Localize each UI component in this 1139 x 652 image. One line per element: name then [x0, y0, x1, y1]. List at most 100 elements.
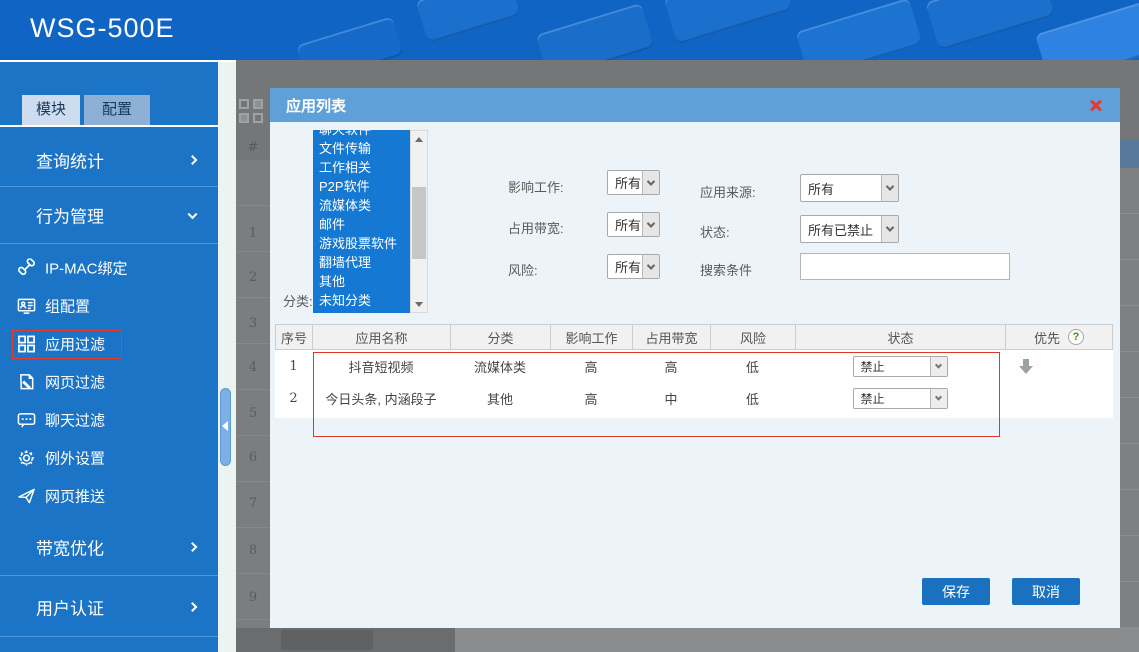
dialog-header: 应用列表	[270, 88, 1120, 122]
scrollbar-thumb[interactable]	[412, 187, 426, 259]
section-label: 带宽优化	[36, 534, 104, 559]
impact-select[interactable]: 所有	[607, 170, 660, 195]
sidebar-collapse-handle[interactable]	[220, 388, 231, 466]
close-icon[interactable]	[1088, 97, 1104, 113]
sidebar-section-query-stats[interactable]: 查询统计	[0, 133, 218, 187]
webpage-icon	[17, 373, 36, 392]
sidebar-section-user-auth[interactable]: 用户认证	[0, 577, 218, 637]
dimmed-row-number: 6	[236, 450, 270, 465]
dimmed-row-number: 3	[236, 316, 270, 331]
col-header-priority: 优先 ?	[1006, 325, 1112, 349]
table-body: 1 抖音短视频 流媒体类 高 高 低 禁止 2 今日头条, 内涵段子 其他 高 …	[275, 350, 1113, 418]
row-status-select[interactable]: 禁止	[853, 356, 948, 377]
dimmed-row-number: 4	[236, 360, 270, 375]
cell-risk: 低	[710, 382, 795, 414]
cell-priority	[1005, 382, 1111, 414]
cell-no: 1	[275, 350, 312, 382]
dimmed-row-number: 9	[236, 590, 270, 605]
listbox-item[interactable]: 文件传输	[313, 139, 410, 158]
cell-no: 2	[275, 382, 312, 414]
sidebar-item-chat-filter[interactable]: 聊天过滤	[0, 401, 218, 439]
cell-bandwidth: 高	[632, 350, 710, 382]
app-source-select[interactable]: 所有	[800, 174, 899, 202]
bandwidth-select[interactable]: 所有	[607, 212, 660, 237]
sidebar-item-label: 例外设置	[45, 448, 105, 469]
save-button[interactable]: 保存	[922, 578, 990, 605]
col-header-category: 分类	[451, 325, 551, 349]
sidebar-item-label: IP-MAC绑定	[45, 258, 128, 279]
dropdown-arrow-icon	[881, 175, 898, 201]
chevron-right-icon	[188, 155, 198, 165]
keyboard-decoration	[536, 3, 655, 60]
filter-label-impact: 影响工作:	[508, 177, 564, 196]
keyboard-decoration	[796, 0, 923, 60]
filter-label-source: 应用来源:	[700, 182, 756, 201]
category-listbox[interactable]: 聊天软件 文件传输 工作相关 P2P软件 流媒体类 邮件 游戏股票软件 翻墙代理…	[313, 130, 410, 313]
keyboard-decoration	[416, 0, 521, 43]
sidebar-item-label: 组配置	[45, 296, 90, 317]
col-header-status: 状态	[796, 325, 1006, 349]
collapse-left-icon	[222, 421, 228, 431]
keyboard-decoration	[664, 0, 793, 44]
search-condition-input[interactable]	[800, 253, 1010, 280]
listbox-item[interactable]: 游戏股票软件	[313, 234, 410, 253]
row-status-select[interactable]: 禁止	[853, 388, 948, 409]
dropdown-arrow-icon	[930, 389, 947, 408]
listbox-item[interactable]: 未知分类	[313, 291, 410, 310]
gear-icon	[17, 449, 36, 468]
chevron-right-icon	[188, 542, 198, 552]
sidebar-item-web-push[interactable]: 网页推送	[0, 477, 218, 515]
priority-down-icon[interactable]	[1017, 357, 1035, 375]
sidebar-item-ip-mac-binding[interactable]: IP-MAC绑定	[0, 249, 218, 287]
status-select[interactable]: 所有已禁止	[800, 215, 899, 243]
chat-icon	[17, 411, 36, 430]
listbox-item[interactable]: 工作相关	[313, 158, 410, 177]
col-header-impact: 影响工作	[551, 325, 633, 349]
scroll-up-icon[interactable]	[411, 131, 427, 147]
listbox-item[interactable]: 聊天软件	[313, 130, 410, 139]
section-label: 查询统计	[36, 147, 104, 172]
dimmed-row-number: 8	[236, 543, 270, 558]
cell-category: 流媒体类	[450, 350, 550, 382]
product-logo: WSG-500E	[30, 13, 175, 44]
listbox-item[interactable]: P2P软件	[313, 177, 410, 196]
dimmed-button	[281, 630, 373, 650]
scroll-down-icon[interactable]	[411, 296, 427, 312]
chevron-right-icon	[188, 602, 198, 612]
cell-status: 禁止	[795, 382, 1005, 414]
listbox-item[interactable]: 流媒体类	[313, 196, 410, 215]
tab-underline	[0, 125, 218, 127]
app-list-dialog: 应用列表 聊天软件 文件传输 工作相关 P2P软件 流媒体类 邮件 游戏股票软件…	[270, 88, 1120, 628]
cell-risk: 低	[710, 350, 795, 382]
help-icon[interactable]: ?	[1068, 329, 1084, 345]
sidebar-item-exception-settings[interactable]: 例外设置	[0, 439, 218, 477]
sidebar-item-web-filter[interactable]: 网页过滤	[0, 363, 218, 401]
col-header-risk: 风险	[711, 325, 796, 349]
link-icon	[17, 259, 36, 278]
search-condition-label: 搜索条件	[700, 260, 752, 279]
table-row: 2 今日头条, 内涵段子 其他 高 中 低 禁止	[275, 382, 1113, 414]
table-header: 序号 应用名称 分类 影响工作 占用带宽 风险 状态 优先 ?	[275, 324, 1113, 350]
cell-bandwidth: 中	[632, 382, 710, 414]
sidebar-collapse-strip	[218, 62, 236, 652]
listbox-item[interactable]: 其他	[313, 272, 410, 291]
listbox-item[interactable]: 翻墙代理	[313, 253, 410, 272]
sidebar-item-label: 网页过滤	[45, 372, 105, 393]
keyboard-decoration	[296, 16, 403, 60]
dimmed-footer	[455, 628, 1139, 652]
dialog-title: 应用列表	[286, 95, 346, 116]
section-label: 用户认证	[36, 594, 104, 619]
risk-select[interactable]: 所有	[607, 254, 660, 279]
tab-config[interactable]: 配置	[84, 95, 150, 125]
cancel-button[interactable]: 取消	[1012, 578, 1080, 605]
dropdown-arrow-icon	[881, 216, 898, 242]
listbox-item[interactable]: 邮件	[313, 215, 410, 234]
dropdown-arrow-icon	[642, 255, 659, 278]
dimmed-row-number: 7	[236, 496, 270, 511]
sidebar-section-behavior-mgmt[interactable]: 行为管理	[0, 187, 218, 244]
listbox-scrollbar[interactable]	[410, 130, 428, 313]
dimmed-row-number: 5	[236, 406, 270, 421]
tab-modules[interactable]: 模块	[22, 95, 80, 125]
sidebar-item-group-config[interactable]: 组配置	[0, 287, 218, 325]
sidebar-section-bandwidth[interactable]: 带宽优化	[0, 518, 218, 576]
